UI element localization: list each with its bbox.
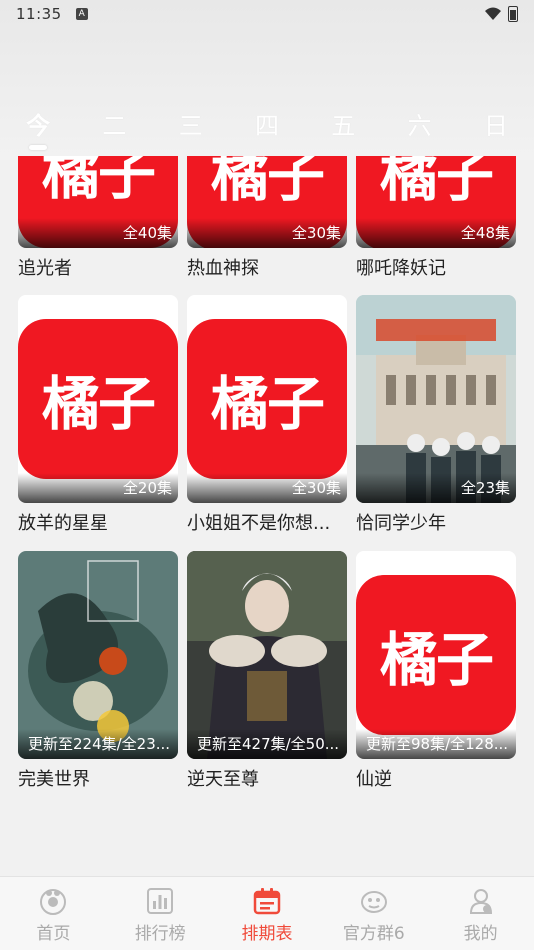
weekday-label: 三 (178, 112, 203, 140)
episode-badge: 全20集 (18, 473, 178, 503)
episode-badge: 全23集 (356, 473, 516, 503)
tab-ranking[interactable]: 排行榜 (107, 877, 214, 950)
weekday-tab-sat[interactable]: 六 (381, 100, 457, 152)
weekday-label: 日 (483, 112, 508, 140)
show-card[interactable]: 全23集 恰同学少年 (356, 295, 516, 535)
tab-label: 官方群6 (342, 924, 405, 944)
status-bar: 11:35 A (0, 0, 534, 28)
episode-badge: 更新至224集/全23... (18, 729, 178, 759)
home-icon (40, 889, 67, 915)
tab-label: 排行榜 (134, 924, 186, 944)
show-title: 追光者 (18, 258, 72, 279)
episode-badge: 全48集 (356, 218, 516, 248)
show-title: 小姐姐不是你想... (187, 513, 331, 534)
active-indicator (29, 145, 48, 150)
weekday-label: 二 (102, 112, 127, 140)
tab-profile[interactable]: 我的 (427, 877, 534, 950)
weekday-tab-tue[interactable]: 二 (76, 100, 152, 152)
show-title: 完美世界 (18, 769, 90, 790)
orange-logo-image: 橘子 (18, 319, 178, 479)
weekday-label: 五 (331, 112, 356, 140)
tab-label: 排期表 (241, 924, 293, 944)
wifi-icon (485, 7, 501, 20)
bottom-tab-bar: 首页 排行榜 排期表 官方群6 我的 (0, 876, 534, 950)
weekday-label: 四 (254, 112, 279, 140)
dragon-poster-image (18, 551, 178, 759)
episode-badge: 全40集 (18, 218, 178, 248)
schedule-grid: 橘子 全40集 追光者 橘子 全30集 热血神探 橘子 全48集 哪吒降妖记 橘… (0, 156, 534, 876)
weekday-tabs: 今 二 三 四 五 六 日 (0, 100, 534, 152)
episode-badge: 全30集 (187, 473, 347, 503)
show-card[interactable]: 更新至224集/全23... 完美世界 (18, 551, 178, 791)
tab-label: 我的 (463, 924, 498, 944)
show-card[interactable]: 橘子 全30集 热血神探 (187, 156, 347, 280)
weekday-label: 六 (407, 112, 432, 140)
tab-home[interactable]: 首页 (0, 877, 107, 950)
show-card[interactable]: 更新至427集/全50... 逆天至尊 (187, 551, 347, 791)
weekday-label: 今 (26, 112, 51, 140)
show-poster: 更新至224集/全23... (18, 551, 178, 759)
warrior-poster-image (187, 551, 347, 759)
episode-badge: 全30集 (187, 218, 347, 248)
tab-label: 首页 (36, 924, 71, 944)
weekday-tab-today[interactable]: 今 (0, 100, 76, 152)
ranking-icon (147, 888, 174, 914)
show-title: 放羊的星星 (18, 513, 108, 534)
group-icon (360, 891, 387, 913)
orange-logo-image: 橘子 (356, 575, 516, 735)
status-time: 11:35 (16, 5, 62, 23)
show-title: 哪吒降妖记 (356, 258, 446, 279)
show-title: 热血神探 (187, 258, 259, 279)
show-poster: 橘子 全48集 (356, 156, 516, 248)
show-card[interactable]: 橘子 更新至98集/全128... 仙逆 (356, 551, 516, 791)
show-poster: 橘子 全30集 (187, 156, 347, 248)
show-card[interactable]: 橘子 全40集 追光者 (18, 156, 178, 280)
school-poster-image (356, 295, 516, 503)
episode-badge: 更新至98集/全128... (356, 729, 516, 759)
show-title: 逆天至尊 (187, 769, 259, 790)
tab-official-group[interactable]: 官方群6 (320, 877, 427, 950)
battery-icon (508, 6, 518, 22)
weekday-tab-fri[interactable]: 五 (305, 100, 381, 152)
show-card[interactable]: 橘子 全20集 放羊的星星 (18, 295, 178, 535)
weekday-tab-sun[interactable]: 日 (458, 100, 534, 152)
show-poster: 橘子 全20集 (18, 295, 178, 503)
show-poster: 橘子 全30集 (187, 295, 347, 503)
show-poster: 更新至427集/全50... (187, 551, 347, 759)
tab-schedule[interactable]: 排期表 (214, 877, 321, 950)
weekday-tab-wed[interactable]: 三 (153, 100, 229, 152)
notification-icon: A (75, 8, 88, 20)
profile-icon (469, 889, 492, 914)
show-card[interactable]: 橘子 全30集 小姐姐不是你想... (187, 295, 347, 535)
orange-logo-image: 橘子 (187, 319, 347, 479)
show-poster: 橘子 全40集 (18, 156, 178, 248)
calendar-icon (253, 888, 281, 915)
show-poster: 橘子 更新至98集/全128... (356, 551, 516, 759)
weekday-tab-thu[interactable]: 四 (229, 100, 305, 152)
show-title: 恰同学少年 (356, 513, 446, 534)
show-card[interactable]: 橘子 全48集 哪吒降妖记 (356, 156, 516, 280)
episode-badge: 更新至427集/全50... (187, 729, 347, 759)
show-title: 仙逆 (356, 769, 392, 790)
show-poster: 全23集 (356, 295, 516, 503)
